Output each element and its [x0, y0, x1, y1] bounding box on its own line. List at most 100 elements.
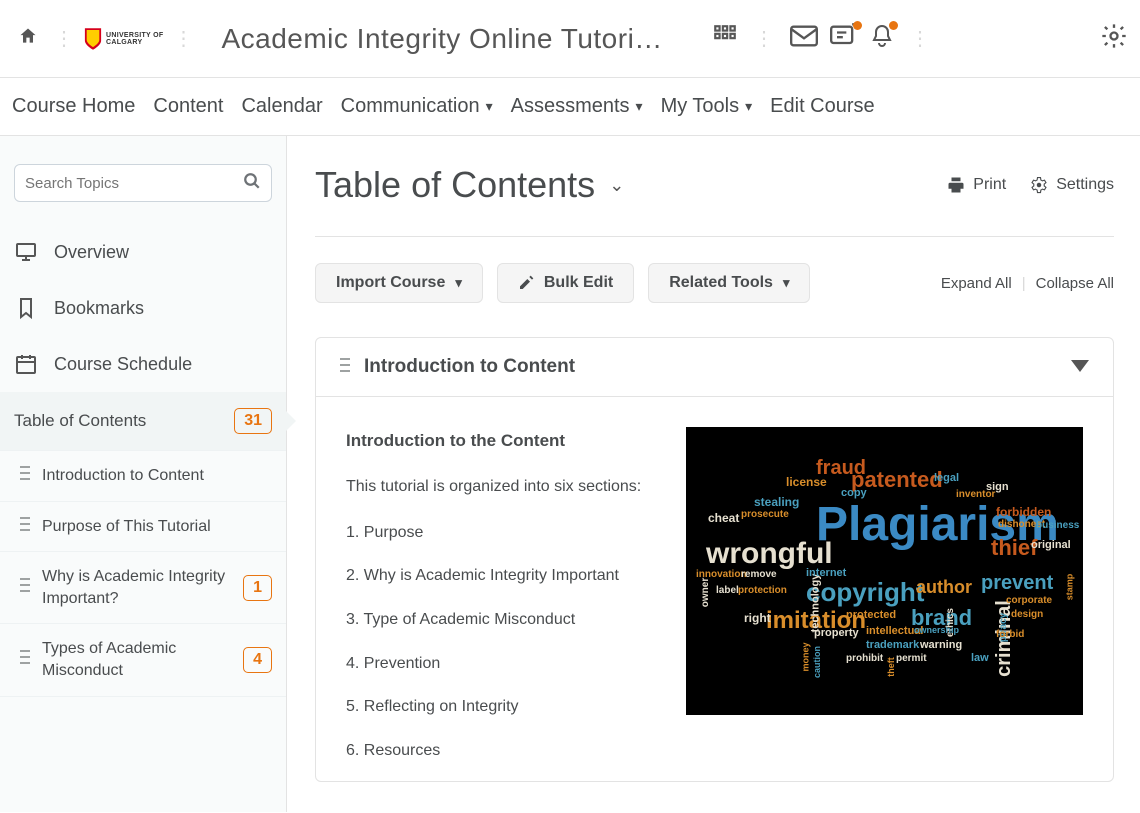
intro-text: This tutorial is organized into six sect…: [346, 474, 656, 500]
nav-assessments[interactable]: Assessments▾: [511, 95, 643, 118]
wordcloud-word: owner: [700, 578, 711, 607]
wordcloud-word: permit: [896, 653, 927, 664]
search-icon[interactable]: [243, 172, 261, 195]
sidebar-toc[interactable]: Table of Contents 31: [0, 392, 286, 451]
import-course-button[interactable]: Import Course ▾: [315, 263, 483, 303]
section-list-item: 1. Purpose: [346, 520, 656, 546]
nav-my-tools[interactable]: My Tools▾: [661, 95, 753, 118]
sidebar-subitem[interactable]: Why is Academic Integrity Important? 1: [0, 552, 286, 624]
drag-handle-icon[interactable]: [20, 517, 30, 536]
content-area: Table of Contents ⌄ Print Settings Impor…: [287, 136, 1140, 812]
divider: ⋮: [754, 26, 774, 51]
module-title[interactable]: Introduction to Content: [364, 356, 575, 378]
wordcloud-word: original: [1031, 539, 1071, 551]
wordcloud-word: design: [1011, 609, 1043, 620]
wordcloud-word: protected: [846, 609, 896, 621]
chevron-down-icon: ▾: [783, 275, 790, 291]
section-list-item: 6. Resources: [346, 738, 656, 764]
sidebar-bookmarks[interactable]: Bookmarks: [0, 280, 286, 336]
nav-communication[interactable]: Communication▾: [341, 95, 493, 118]
wordcloud-word: remove: [741, 569, 777, 580]
sidebar-bookmarks-label: Bookmarks: [54, 298, 144, 319]
logo-text-2: CALGARY: [106, 39, 163, 46]
nav-content[interactable]: Content: [153, 95, 223, 118]
wordcloud-word: money: [801, 642, 811, 671]
chevron-down-icon: ⌄: [609, 175, 624, 196]
wordcloud-word: internet: [806, 567, 846, 579]
chevron-down-icon: ▾: [455, 275, 462, 291]
related-tools-button[interactable]: Related Tools ▾: [648, 263, 810, 303]
wordcloud-word: forbid: [996, 629, 1024, 640]
wordcloud-image: Plagiarismwrongfulcopyrightimitationpate…: [686, 427, 1083, 715]
nav-calendar[interactable]: Calendar: [241, 95, 322, 118]
wordcloud-word: prohibit: [846, 653, 883, 664]
count-badge: 1: [243, 575, 272, 601]
collapse-caret-icon[interactable]: [1071, 356, 1089, 378]
wordcloud-word: license: [786, 475, 827, 489]
sidebar-schedule-label: Course Schedule: [54, 354, 192, 375]
wordcloud-word: cheat: [708, 511, 739, 525]
divider: |: [1022, 275, 1026, 292]
wordcloud-word: caution: [812, 646, 822, 678]
print-button[interactable]: Print: [947, 176, 1006, 194]
divider: [315, 236, 1114, 237]
wordcloud-word: prevent: [981, 572, 1053, 595]
wordcloud-word: right: [744, 611, 771, 625]
wordcloud-word: prosecute: [741, 509, 789, 520]
chevron-down-icon: ▾: [636, 98, 643, 115]
wordcloud-word: technology: [809, 574, 821, 633]
sidebar-subitem[interactable]: Introduction to Content: [0, 451, 286, 502]
nav-edit-course[interactable]: Edit Course: [770, 95, 875, 118]
nav-course-home[interactable]: Course Home: [12, 95, 135, 118]
drag-handle-icon[interactable]: [20, 578, 30, 597]
divider: ⋮: [910, 26, 930, 51]
page-title[interactable]: Table of Contents ⌄: [315, 164, 624, 206]
institution-logo[interactable]: UNIVERSITY OF CALGARY: [84, 27, 163, 51]
drag-handle-icon[interactable]: [20, 650, 30, 669]
mail-icon[interactable]: [784, 19, 824, 58]
wordcloud-word: stealing: [754, 495, 799, 509]
section-list-item: 3. Type of Academic Misconduct: [346, 607, 656, 633]
sidebar-toc-label: Table of Contents: [14, 411, 146, 431]
wordcloud-word: forbidden: [996, 505, 1051, 519]
wordcloud-word: innovation: [696, 569, 747, 580]
logo-text-1: UNIVERSITY OF: [106, 32, 163, 39]
wordcloud-word: wrongful: [706, 537, 833, 571]
wordcloud-word: legal: [934, 472, 959, 484]
divider: ⋮: [173, 26, 193, 51]
settings-gear-icon[interactable]: [1100, 22, 1128, 55]
wordcloud-word: trademark: [866, 639, 919, 651]
collapse-all-link[interactable]: Collapse All: [1036, 275, 1114, 292]
sidebar-course-schedule[interactable]: Course Schedule: [0, 336, 286, 392]
wordcloud-word: corporate: [1006, 595, 1052, 606]
sidebar-subitem-label: Purpose of This Tutorial: [42, 516, 211, 538]
wordcloud-word: warning: [920, 639, 962, 651]
notifications-bell-icon[interactable]: [864, 17, 900, 60]
settings-button[interactable]: Settings: [1030, 176, 1114, 194]
section-list-item: 2. Why is Academic Integrity Important: [346, 563, 656, 589]
apps-grid-icon[interactable]: [706, 17, 744, 60]
notification-dot: [853, 21, 862, 30]
drag-handle-icon[interactable]: [340, 356, 350, 378]
expand-all-link[interactable]: Expand All: [941, 275, 1012, 292]
sidebar-subitem-label: Types of Academic Misconduct: [42, 638, 231, 681]
search-input[interactable]: [25, 175, 243, 192]
sidebar-subitem[interactable]: Purpose of This Tutorial: [0, 502, 286, 553]
chevron-down-icon: ▾: [745, 98, 752, 115]
intro-heading: Introduction to the Content: [346, 427, 656, 454]
messages-icon[interactable]: [824, 17, 864, 60]
sidebar-subitem[interactable]: Types of Academic Misconduct 4: [0, 624, 286, 696]
module-card: Introduction to Content Introduction to …: [315, 337, 1114, 782]
bulk-edit-button[interactable]: Bulk Edit: [497, 263, 634, 303]
home-icon[interactable]: [18, 26, 38, 51]
toc-count-badge: 31: [234, 408, 272, 434]
wordcloud-word: law: [971, 652, 989, 664]
wordcloud-word: inventor: [956, 489, 995, 500]
search-topics-box[interactable]: [14, 164, 272, 202]
course-title[interactable]: Academic Integrity Online Tutorial - Wer…: [221, 23, 671, 55]
divider: ⋮: [54, 26, 74, 51]
section-list-item: 5. Reflecting on Integrity: [346, 694, 656, 720]
sidebar-subitem-label: Why is Academic Integrity Important?: [42, 566, 231, 609]
sidebar-overview[interactable]: Overview: [0, 224, 286, 280]
drag-handle-icon[interactable]: [20, 466, 30, 485]
